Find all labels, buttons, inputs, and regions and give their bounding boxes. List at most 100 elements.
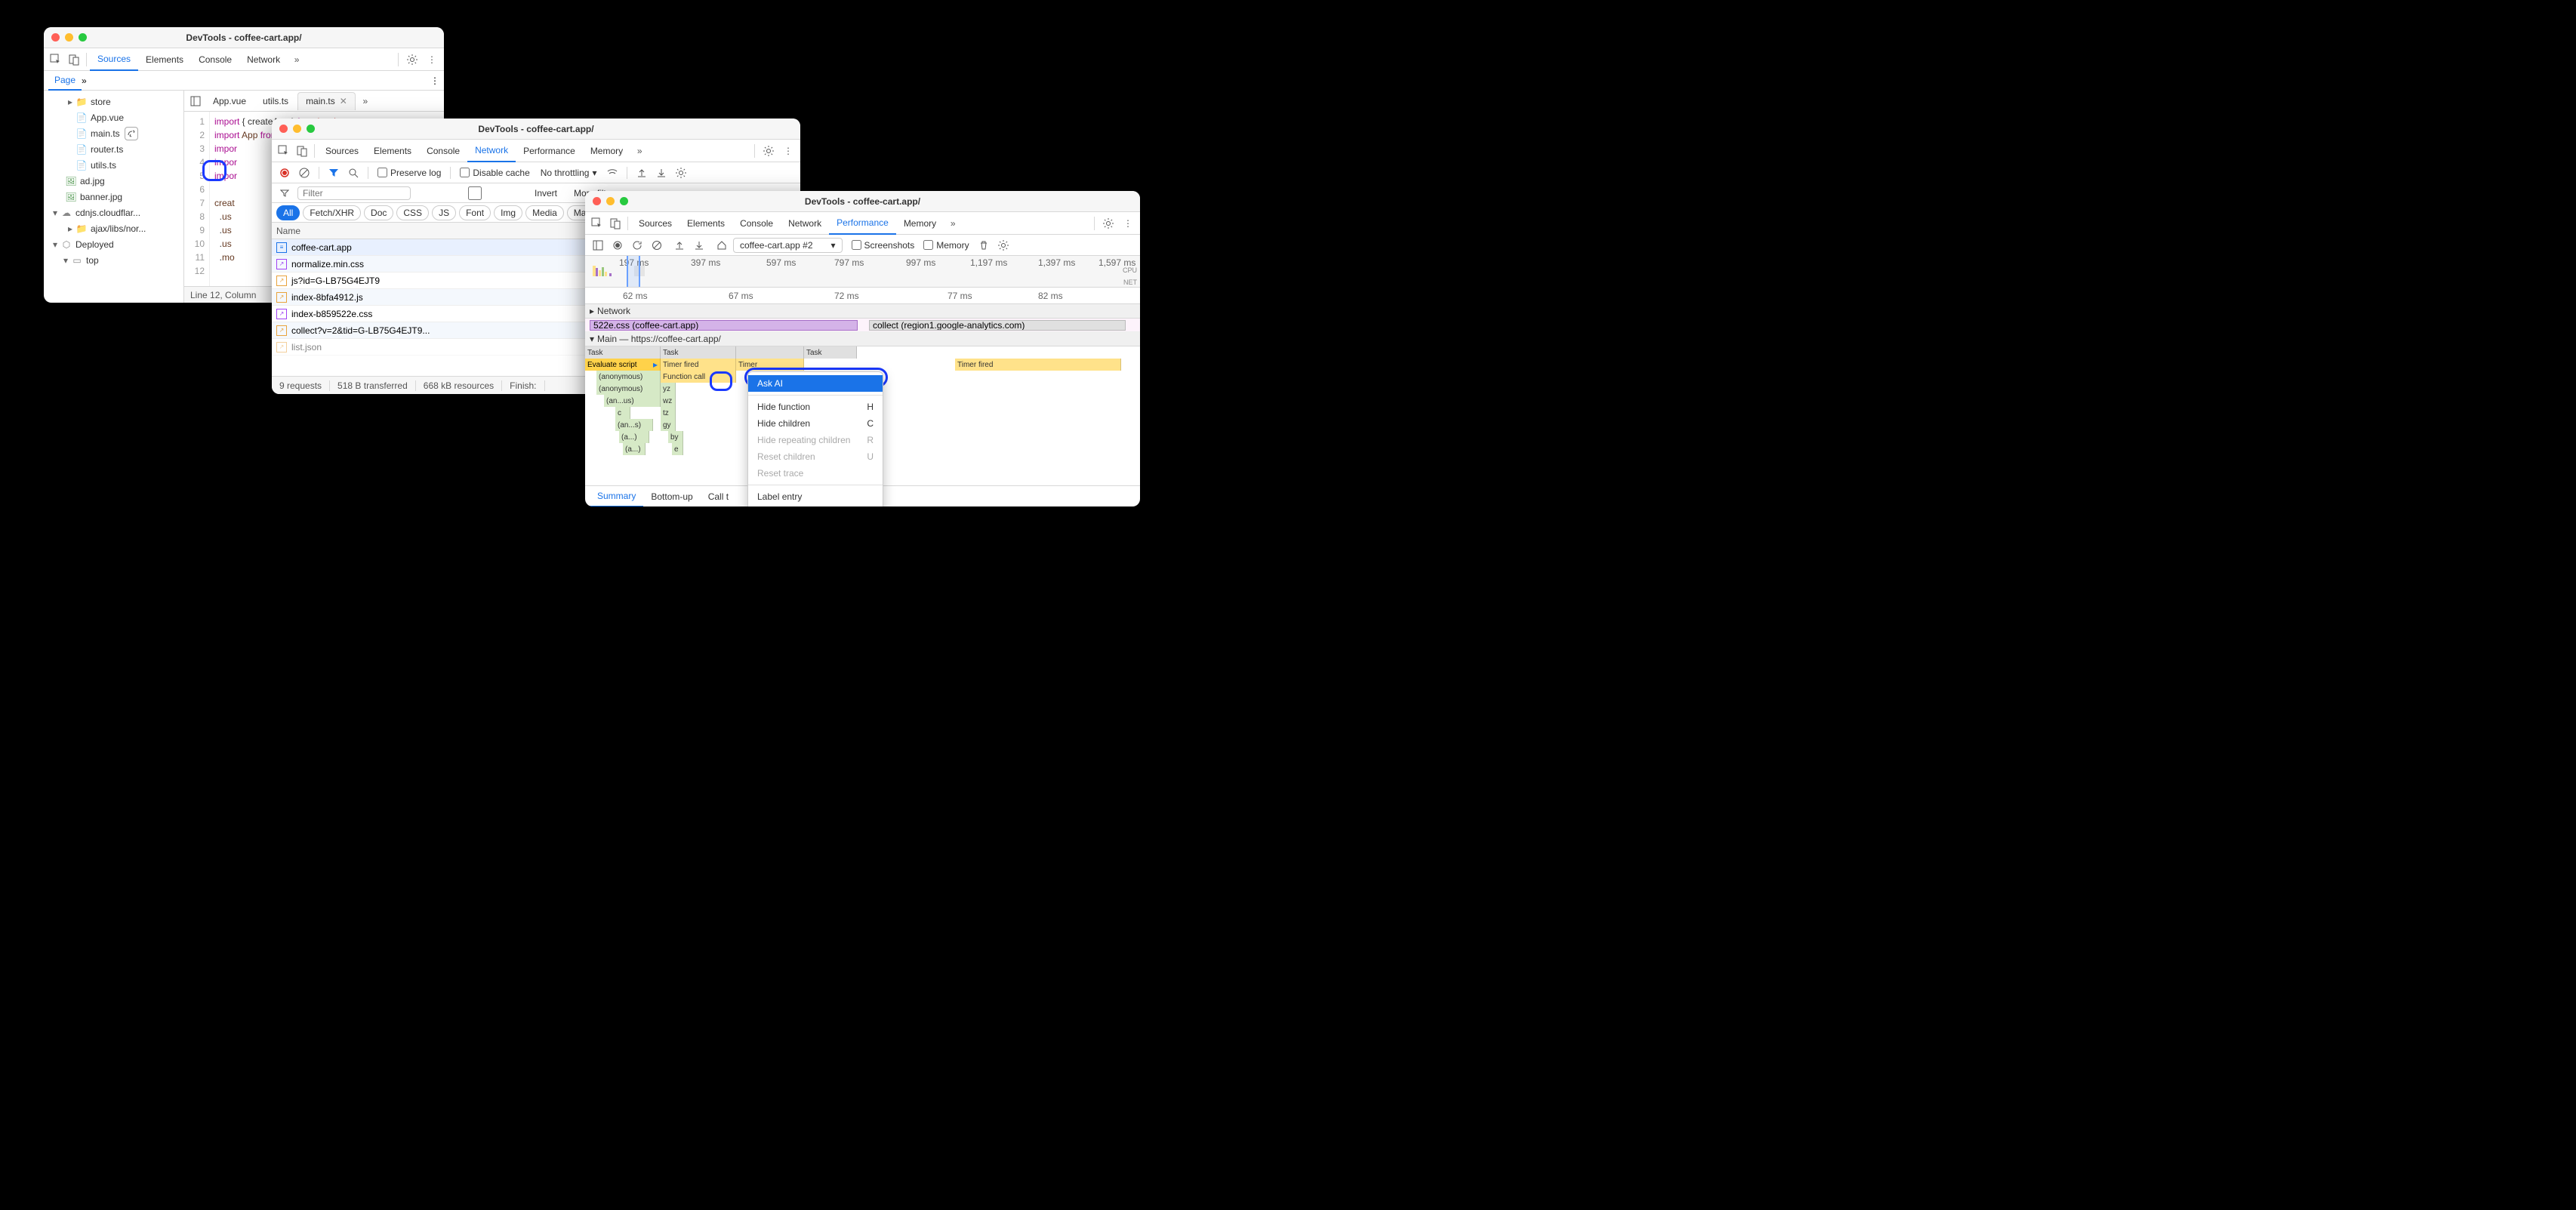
- kebab-icon[interactable]: ⋮: [430, 75, 439, 86]
- clear-icon[interactable]: [649, 237, 665, 254]
- more-tabs-icon[interactable]: »: [630, 142, 649, 160]
- tree-file-main[interactable]: 📄main.ts: [44, 125, 183, 141]
- close-dot[interactable]: [51, 33, 60, 42]
- download-icon[interactable]: [653, 165, 670, 181]
- tab-network[interactable]: Network: [239, 48, 288, 71]
- tree-domain[interactable]: ▾☁cdnjs.cloudflar...: [44, 205, 183, 220]
- screenshots-checkbox[interactable]: Screenshots: [849, 240, 918, 251]
- invert-checkbox[interactable]: Invert: [415, 186, 560, 200]
- filter-toggle-icon[interactable]: [276, 185, 293, 202]
- device-icon[interactable]: [65, 51, 83, 69]
- bottom-tab-summary[interactable]: Summary: [590, 486, 643, 507]
- flame-entry[interactable]: [736, 346, 804, 359]
- flame-entry[interactable]: (a...): [623, 443, 646, 455]
- network-request-bar[interactable]: 522e.css (coffee-cart.app): [590, 320, 858, 331]
- bottom-tab-bottomup[interactable]: Bottom-up: [643, 486, 700, 507]
- device-icon[interactable]: [293, 142, 311, 160]
- record-icon[interactable]: [609, 237, 626, 254]
- more-editor-tabs-icon[interactable]: »: [357, 93, 374, 109]
- filter-doc[interactable]: Doc: [364, 205, 393, 220]
- upload-icon[interactable]: [671, 237, 688, 254]
- close-dot[interactable]: [593, 197, 601, 205]
- tab-console[interactable]: Console: [419, 140, 467, 162]
- tree-file[interactable]: 📄router.ts: [44, 141, 183, 157]
- tree-image[interactable]: 🖼ad.jpg: [44, 173, 183, 189]
- editor-tab[interactable]: App.vue: [205, 92, 254, 110]
- flame-entry[interactable]: Timer: [736, 359, 804, 371]
- tree-folder[interactable]: ▸📁ajax/libs/nor...: [44, 220, 183, 236]
- flame-entry[interactable]: Function call: [661, 371, 736, 383]
- clear-icon[interactable]: [296, 165, 313, 181]
- settings-icon[interactable]: [673, 165, 689, 181]
- zoom-dot[interactable]: [620, 197, 628, 205]
- detail-timeline[interactable]: 62 ms 67 ms 72 ms 77 ms 82 ms: [585, 288, 1140, 304]
- more-tabs-icon[interactable]: »: [944, 214, 962, 232]
- flame-entry[interactable]: Task: [804, 346, 857, 359]
- tab-network[interactable]: Network: [467, 140, 516, 162]
- upload-icon[interactable]: [633, 165, 650, 181]
- context-menu-item[interactable]: Label entry: [748, 488, 883, 505]
- ai-badge-icon[interactable]: [125, 127, 138, 140]
- network-track-row[interactable]: 522e.css (coffee-cart.app) collect (regi…: [585, 319, 1140, 332]
- titlebar[interactable]: DevTools - coffee-cart.app/: [585, 191, 1140, 212]
- filter-all[interactable]: All: [276, 205, 300, 220]
- flame-entry[interactable]: Timer fired: [661, 359, 736, 371]
- reload-record-icon[interactable]: [629, 237, 646, 254]
- tab-memory[interactable]: Memory: [896, 212, 944, 235]
- flame-entry[interactable]: Task: [661, 346, 736, 359]
- flame-entry[interactable]: (an...us): [604, 395, 661, 407]
- subtab-page[interactable]: Page: [48, 71, 82, 91]
- flame-entry[interactable]: c: [615, 407, 630, 419]
- filter-css[interactable]: CSS: [396, 205, 429, 220]
- settings-icon[interactable]: [995, 237, 1012, 254]
- tab-sources[interactable]: Sources: [318, 140, 366, 162]
- context-menu-item[interactable]: Hide childrenC: [748, 415, 883, 432]
- flame-entry[interactable]: yz: [661, 383, 676, 395]
- tab-network[interactable]: Network: [781, 212, 829, 235]
- disable-cache-checkbox[interactable]: Disable cache: [457, 168, 532, 178]
- titlebar[interactable]: DevTools - coffee-cart.app/: [44, 27, 444, 48]
- flame-entry[interactable]: by: [668, 431, 683, 443]
- tab-elements[interactable]: Elements: [366, 140, 419, 162]
- context-menu-item[interactable]: Ask AI: [748, 375, 883, 392]
- flame-entry[interactable]: gy: [661, 419, 676, 431]
- minimize-dot[interactable]: [293, 125, 301, 133]
- inspect-icon[interactable]: [275, 142, 293, 160]
- tab-elements[interactable]: Elements: [679, 212, 732, 235]
- network-request-bar[interactable]: collect (region1.google-analytics.com): [869, 320, 1126, 331]
- close-dot[interactable]: [279, 125, 288, 133]
- recording-dropdown[interactable]: coffee-cart.app #2▾: [733, 238, 843, 253]
- overview-timeline[interactable]: 197 ms 397 ms 597 ms 797 ms 997 ms 1,197…: [585, 256, 1140, 288]
- editor-tab[interactable]: utils.ts: [255, 92, 296, 110]
- toggle-sidebar-icon[interactable]: [187, 93, 204, 109]
- memory-checkbox[interactable]: Memory: [920, 240, 972, 251]
- device-icon[interactable]: [606, 214, 624, 232]
- inspect-icon[interactable]: [47, 51, 65, 69]
- flame-entry[interactable]: Timer fired: [955, 359, 1121, 371]
- tree-image[interactable]: 🖼banner.jpg: [44, 189, 183, 205]
- editor-tab-active[interactable]: main.ts✕: [297, 92, 356, 110]
- main-track-header[interactable]: ▾Main — https://coffee-cart.app/: [585, 332, 1140, 346]
- filter-font[interactable]: Font: [459, 205, 491, 220]
- throttling-dropdown[interactable]: No throttling▾: [536, 168, 602, 178]
- more-tabs-icon[interactable]: »: [288, 51, 306, 69]
- flame-entry[interactable]: tz: [661, 407, 676, 419]
- flame-entry[interactable]: wz: [661, 395, 676, 407]
- filter-img[interactable]: Img: [494, 205, 522, 220]
- search-icon[interactable]: [345, 165, 362, 181]
- filter-media[interactable]: Media: [525, 205, 564, 220]
- close-tab-icon[interactable]: ✕: [340, 96, 347, 106]
- tree-file[interactable]: 📄App.vue: [44, 109, 183, 125]
- kebab-icon[interactable]: ⋮: [779, 142, 797, 160]
- flame-entry[interactable]: Task: [585, 346, 661, 359]
- flame-entry[interactable]: (a...): [619, 431, 649, 443]
- titlebar[interactable]: DevTools - coffee-cart.app/: [272, 119, 800, 140]
- tab-elements[interactable]: Elements: [138, 48, 191, 71]
- viewport-selection[interactable]: [627, 256, 640, 287]
- flame-entry[interactable]: (anonymous): [596, 371, 661, 383]
- file-tree[interactable]: ▸📁store 📄App.vue 📄main.ts 📄router.ts 📄ut…: [44, 91, 184, 303]
- settings-icon[interactable]: [1099, 214, 1117, 232]
- filter-js[interactable]: JS: [432, 205, 456, 220]
- tab-sources[interactable]: Sources: [90, 48, 138, 71]
- tree-deployed[interactable]: ▾⬡Deployed: [44, 236, 183, 252]
